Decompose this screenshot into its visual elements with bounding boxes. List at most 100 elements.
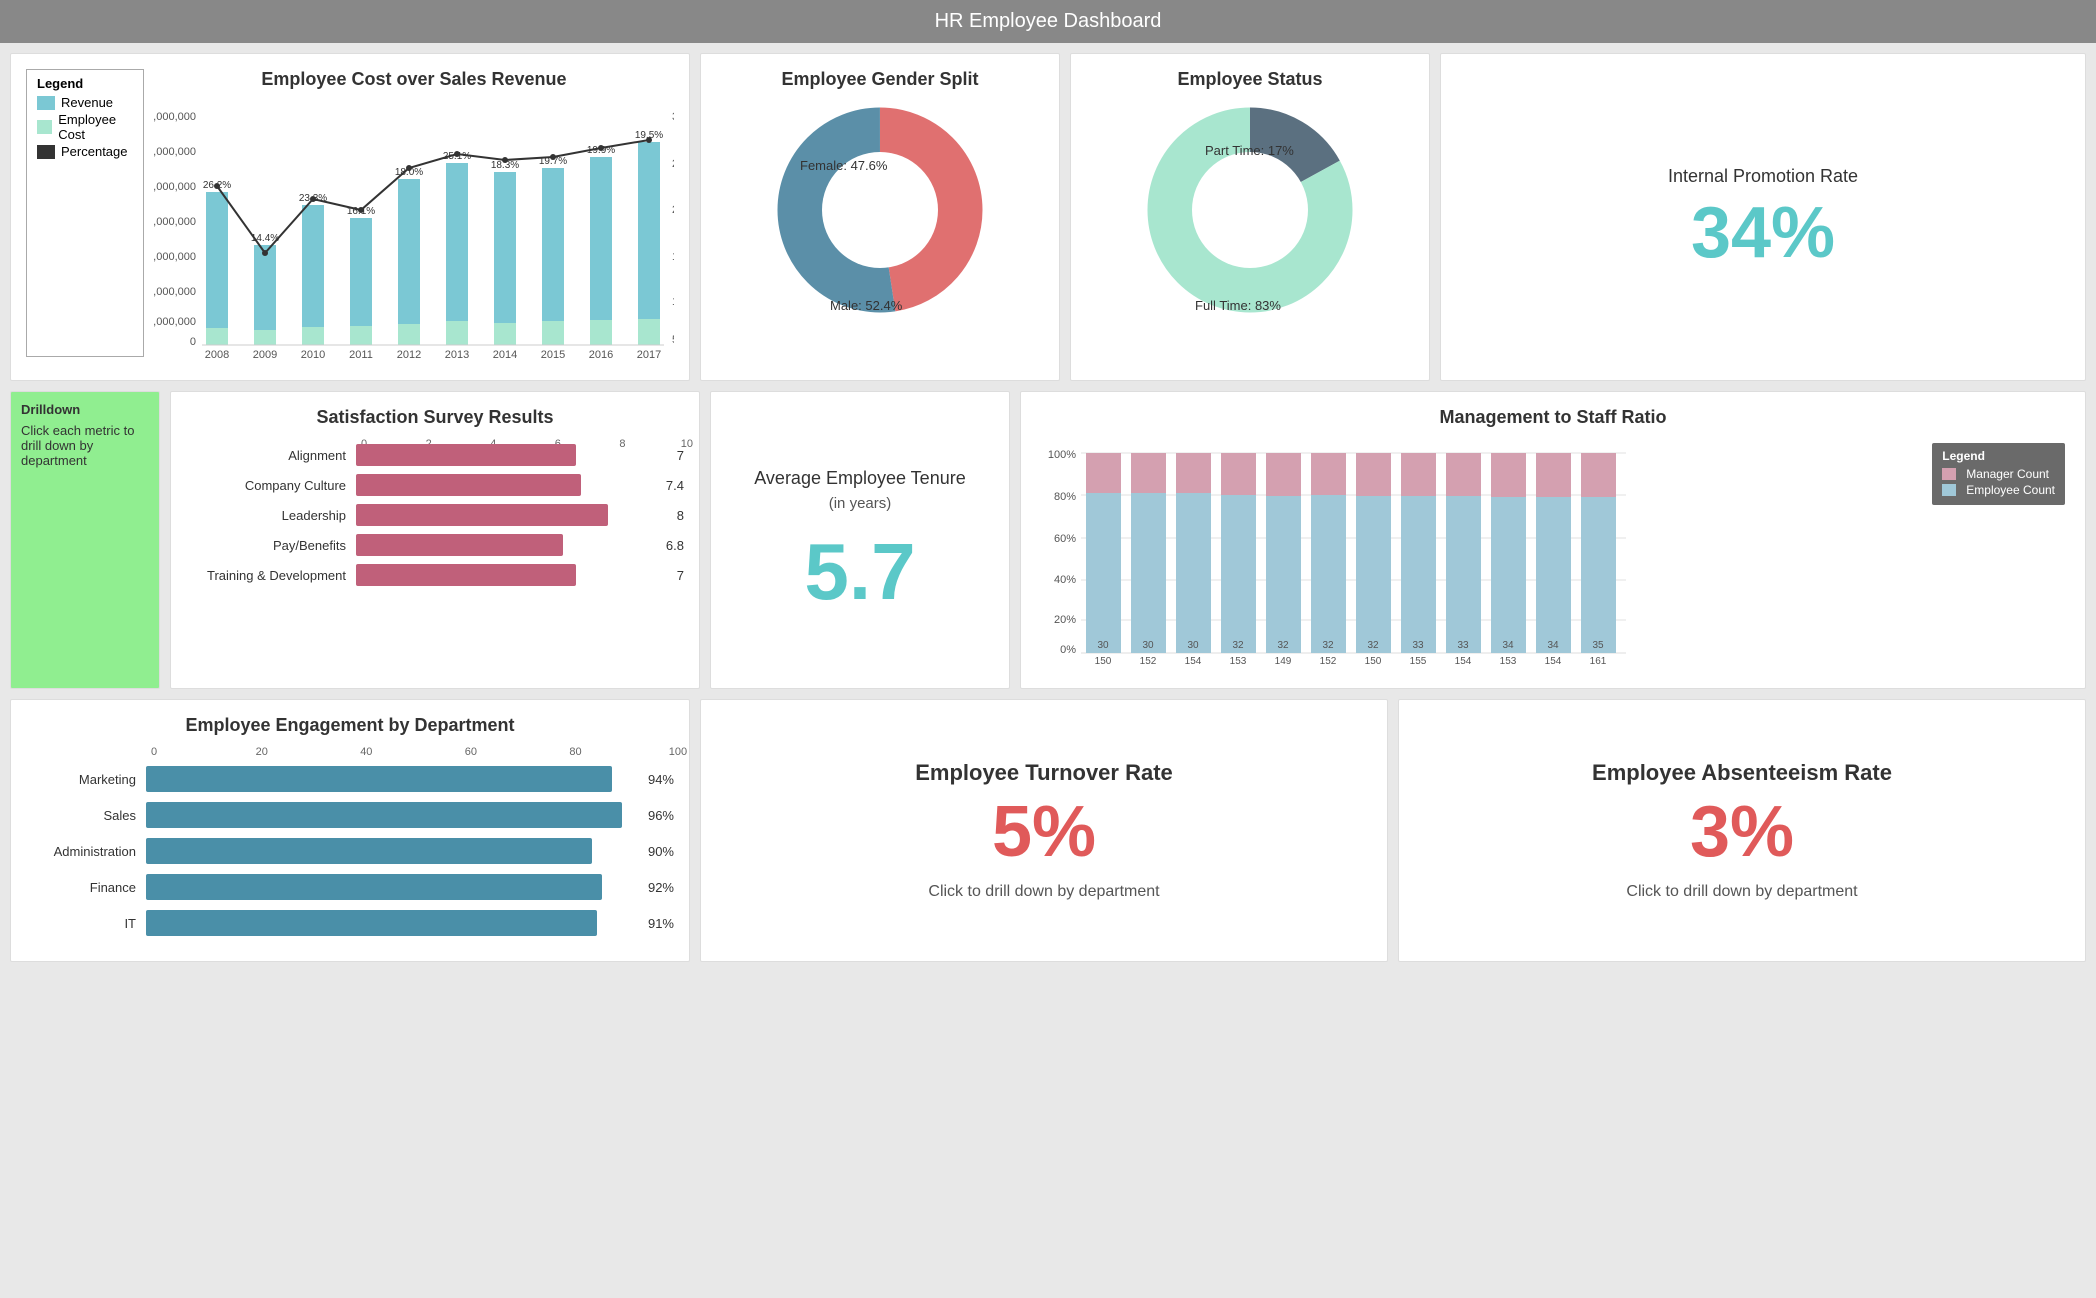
eng-axis-80: 80 xyxy=(569,746,581,758)
eng-label-marketing: Marketing xyxy=(26,772,146,787)
cost-bar-2013 xyxy=(446,321,468,345)
dashboard-header: HR Employee Dashboard xyxy=(0,0,2096,43)
mgr-bar-10 xyxy=(1491,453,1526,497)
revenue-bar-2010 xyxy=(302,205,324,345)
eng-axis-100: 100 xyxy=(669,746,687,758)
svg-text:2,000,000: 2,000,000 xyxy=(154,286,196,298)
turnover-card[interactable]: Employee Turnover Rate 5% Click to drill… xyxy=(700,699,1388,962)
mgr-bar-5 xyxy=(1266,453,1301,496)
gender-donut-svg: Female: 47.6% Male: 52.4% xyxy=(770,100,990,320)
svg-text:153: 153 xyxy=(1230,656,1247,667)
emp-bar-4 xyxy=(1221,489,1256,653)
sat-value-leadership: 8 xyxy=(677,508,684,523)
emp-bar-1 xyxy=(1086,493,1121,653)
dashboard-title: HR Employee Dashboard xyxy=(935,10,1162,32)
svg-text:33: 33 xyxy=(1412,640,1424,651)
emp-bar-11 xyxy=(1536,492,1571,653)
svg-text:20%: 20% xyxy=(1054,614,1076,626)
svg-text:32: 32 xyxy=(1232,640,1244,651)
absenteeism-cta: Click to drill down by department xyxy=(1626,883,1857,901)
mgr-bar-3 xyxy=(1176,453,1211,493)
svg-text:15: 15 xyxy=(672,251,674,263)
emp-bar-10 xyxy=(1491,493,1526,653)
status-donut-center xyxy=(1192,152,1308,268)
svg-text:2009: 2009 xyxy=(253,349,277,360)
svg-text:5: 5 xyxy=(672,334,674,346)
svg-text:2017: 2017 xyxy=(637,349,661,360)
svg-text:1,000,000: 1,000,000 xyxy=(154,316,196,328)
svg-text:10: 10 xyxy=(672,296,674,308)
mgmt-legend-manager: Manager Count xyxy=(1942,467,2055,481)
eng-label-it: IT xyxy=(26,916,146,931)
mgr-bar-11 xyxy=(1536,453,1571,497)
eng-value-it: 91% xyxy=(648,916,674,931)
svg-text:2012: 2012 xyxy=(397,349,421,360)
svg-text:153: 153 xyxy=(1500,656,1517,667)
employee-status-card: Employee Status Part Time: 17% Full Time… xyxy=(1070,53,1430,381)
eng-value-marketing: 94% xyxy=(648,772,674,787)
gender-split-card: Employee Gender Split Female: 47.6% xyxy=(700,53,1060,381)
legend-employee-cost: Employee Cost xyxy=(37,112,133,142)
svg-text:30: 30 xyxy=(1097,640,1109,651)
svg-text:161: 161 xyxy=(1590,656,1607,667)
tenure-card: Average Employee Tenure (in years) 5.7 xyxy=(710,391,1010,689)
legend-percentage: Percentage xyxy=(37,144,133,159)
cost-bar-2011 xyxy=(350,326,372,345)
absenteeism-card[interactable]: Employee Absenteeism Rate 3% Click to dr… xyxy=(1398,699,2086,962)
eng-row-sales: Sales 96% xyxy=(26,802,674,828)
trend-point-2016 xyxy=(598,145,604,151)
legend-title: Legend xyxy=(37,76,133,91)
cost-bar-2012 xyxy=(398,324,420,345)
svg-text:155: 155 xyxy=(1410,656,1427,667)
drilldown-card[interactable]: Drilldown Click each metric to drill dow… xyxy=(10,391,160,689)
svg-text:152: 152 xyxy=(1320,656,1337,667)
employee-status-title: Employee Status xyxy=(1086,69,1414,90)
cost-bar-2009 xyxy=(254,330,276,345)
mgr-bar-7 xyxy=(1356,453,1391,496)
eng-bar-marketing-wrap xyxy=(146,766,642,792)
svg-text:35: 35 xyxy=(1592,640,1604,651)
sat-bar-pay xyxy=(356,534,563,556)
svg-text:2014: 2014 xyxy=(493,349,517,360)
sat-label-alignment: Alignment xyxy=(186,448,356,463)
drilldown-text: Click each metric to drill down by depar… xyxy=(21,423,149,468)
sat-value-pay: 6.8 xyxy=(666,538,684,553)
mgr-bar-12 xyxy=(1581,453,1616,497)
female-label: Female: 47.6% xyxy=(800,158,888,173)
emp-bar-3 xyxy=(1176,493,1211,653)
mgr-bar-6 xyxy=(1311,453,1346,495)
absenteeism-value: 3% xyxy=(1690,796,1794,868)
promotion-rate-label: Internal Promotion Rate xyxy=(1668,166,1858,187)
percentage-color-swatch xyxy=(37,145,55,159)
row-3: Employee Engagement by Department 0 20 4… xyxy=(10,699,2086,962)
svg-text:2010: 2010 xyxy=(301,349,325,360)
mgmt-legend-box: Legend Manager Count Employee Count xyxy=(1932,443,2065,505)
svg-text:3,000,000: 3,000,000 xyxy=(154,251,196,263)
cost-bar-2010 xyxy=(302,327,324,345)
sat-row-training: Training & Development 7 xyxy=(186,564,684,586)
trend-point-2011 xyxy=(358,207,364,213)
turnover-value: 5% xyxy=(992,796,1096,868)
gender-split-title: Employee Gender Split xyxy=(716,69,1044,90)
engagement-card: Employee Engagement by Department 0 20 4… xyxy=(10,699,690,962)
turnover-title: Employee Turnover Rate xyxy=(915,760,1173,786)
eng-row-finance: Finance 92% xyxy=(26,874,674,900)
legend-percentage-label: Percentage xyxy=(61,144,128,159)
sat-label-leadership: Leadership xyxy=(186,508,356,523)
sat-bar-pay-wrap xyxy=(356,534,660,556)
svg-text:150: 150 xyxy=(1365,656,1382,667)
svg-text:32: 32 xyxy=(1277,640,1289,651)
svg-text:149: 149 xyxy=(1275,656,1292,667)
svg-text:2008: 2008 xyxy=(205,349,229,360)
svg-text:30: 30 xyxy=(1187,640,1199,651)
trend-point-2009 xyxy=(262,250,268,256)
drilldown-title: Drilldown xyxy=(21,402,149,417)
mgmt-ratio-card: Management to Staff Ratio Legend Manager… xyxy=(1020,391,2086,689)
svg-text:5,000,000: 5,000,000 xyxy=(154,181,196,193)
eng-axis-20: 20 xyxy=(256,746,268,758)
svg-text:154: 154 xyxy=(1455,656,1472,667)
status-donut-wrap: Part Time: 17% Full Time: 83% xyxy=(1086,100,1414,320)
eng-bar-admin-wrap xyxy=(146,838,642,864)
cost-revenue-chart-wrap: Employee Cost over Sales Revenue 7,000,0… xyxy=(154,69,674,365)
sat-bar-culture-wrap xyxy=(356,474,660,496)
